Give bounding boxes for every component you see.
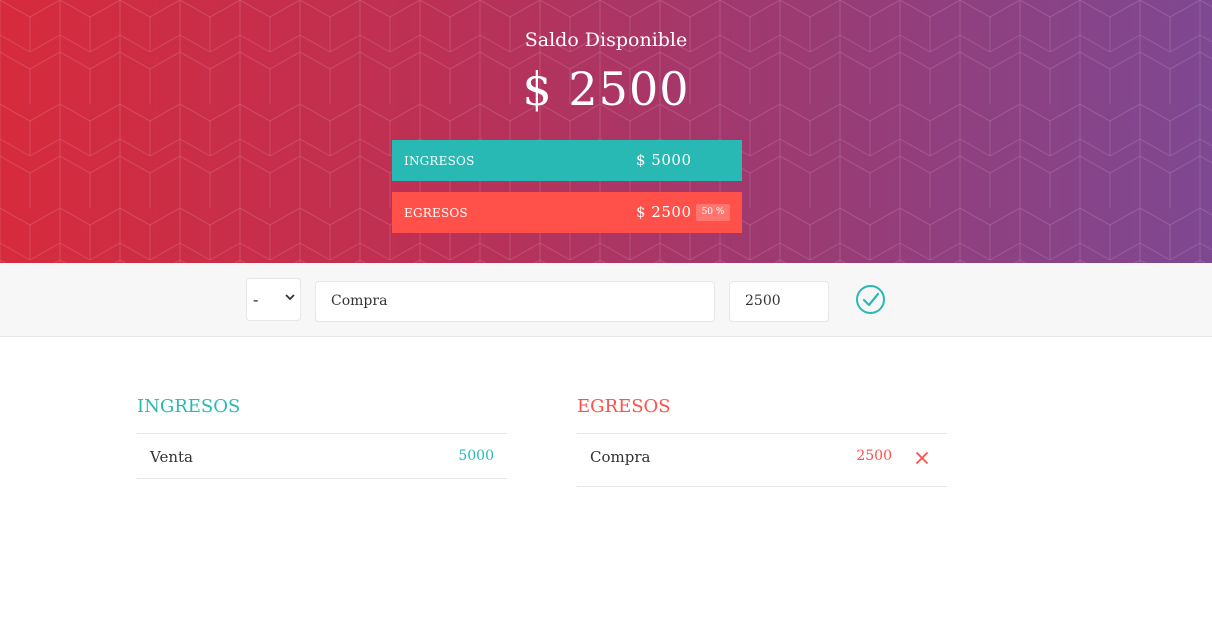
- expense-summary-value: $ 2500: [636, 203, 692, 221]
- description-input[interactable]: Compra: [315, 281, 715, 322]
- value-input[interactable]: 2500: [729, 281, 829, 322]
- value-input-value: 2500: [745, 293, 781, 309]
- list-item: Venta 5000: [137, 434, 507, 479]
- description-input-value: Compra: [331, 293, 388, 309]
- income-summary-value: $ 5000: [636, 151, 692, 169]
- expense-list: Compra 2500: [577, 433, 947, 487]
- balance-value: $ 2500: [522, 62, 690, 116]
- expense-item-description: Compra: [590, 448, 651, 466]
- list-item: Compra 2500: [577, 434, 947, 487]
- income-item-value: 5000: [458, 448, 494, 464]
- check-circle-icon[interactable]: [855, 284, 886, 315]
- header-hero: Saldo Disponible $ 2500 INGRESOS $ 5000 …: [0, 0, 1212, 263]
- balance-title: Saldo Disponible: [524, 29, 688, 51]
- chevron-down-icon: [285, 294, 295, 301]
- type-select-value: -: [253, 290, 259, 309]
- income-summary-label: INGRESOS: [404, 154, 475, 168]
- income-summary-bar: INGRESOS $ 5000: [392, 140, 742, 181]
- expense-item-value: 2500: [856, 448, 892, 464]
- add-entry-form: - Compra 2500: [0, 263, 1212, 337]
- expense-summary-label: EGRESOS: [404, 206, 468, 220]
- expense-list-title: EGRESOS: [577, 396, 671, 417]
- type-select[interactable]: -: [246, 278, 301, 321]
- expense-percentage-badge: 50 %: [696, 204, 730, 221]
- income-item-description: Venta: [150, 448, 193, 466]
- close-icon[interactable]: [915, 451, 929, 465]
- income-list: Venta 5000: [137, 433, 507, 479]
- expense-summary-bar: EGRESOS $ 2500 50 %: [392, 192, 742, 233]
- income-list-title: INGRESOS: [137, 396, 241, 417]
